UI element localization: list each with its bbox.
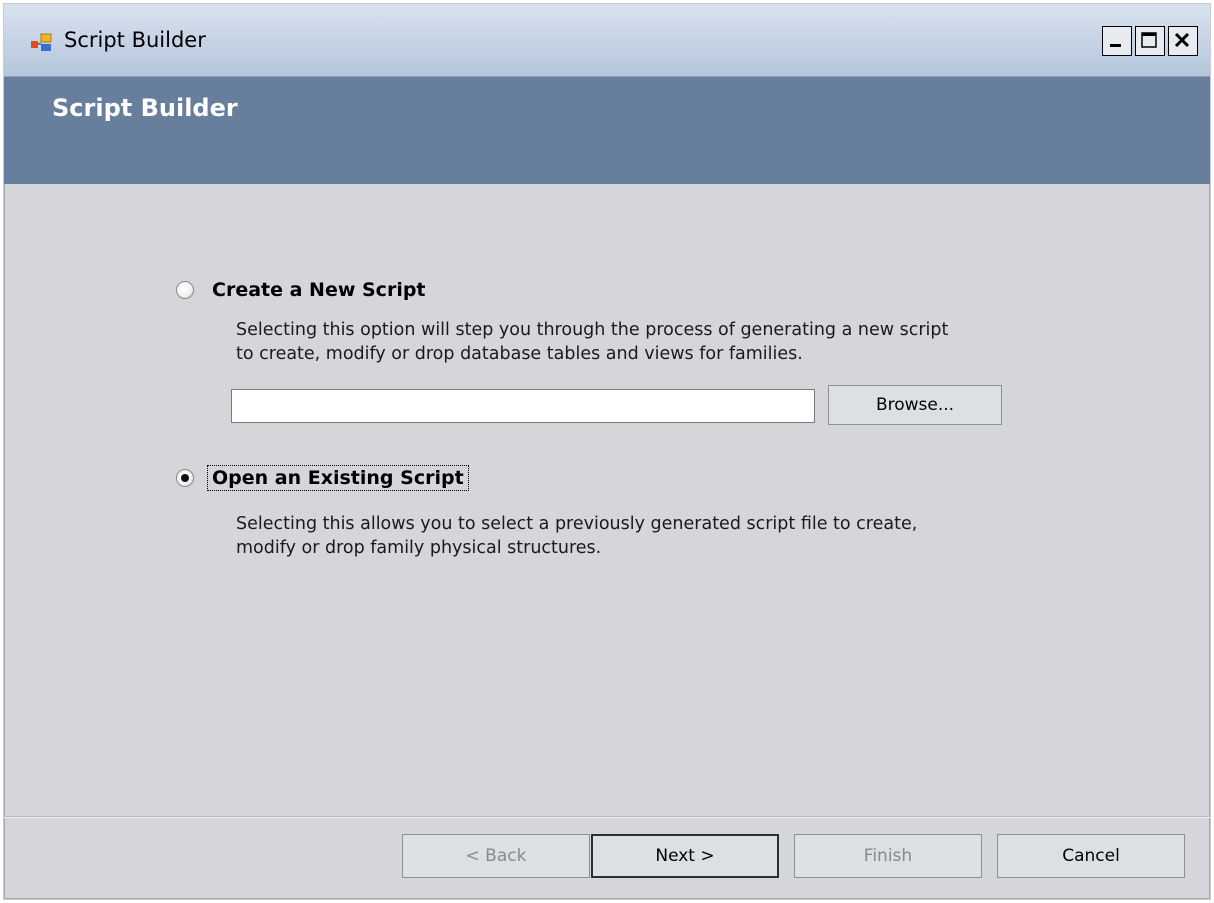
page-title: Script Builder (52, 94, 238, 122)
radio-selected-dot (181, 474, 189, 482)
cancel-button[interactable]: Cancel (997, 834, 1185, 878)
open-existing-script-label[interactable]: Open an Existing Script (207, 465, 469, 491)
finish-button[interactable]: Finish (794, 834, 982, 878)
script-file-path-input[interactable] (231, 389, 815, 423)
minimize-button[interactable] (1102, 26, 1132, 56)
maximize-icon (1141, 32, 1157, 48)
next-button[interactable]: Next > (591, 834, 779, 878)
maximize-button[interactable] (1135, 26, 1165, 56)
create-new-script-label[interactable]: Create a New Script (208, 278, 430, 302)
description-line: Selecting this allows you to select a pr… (236, 514, 918, 534)
option-open-existing-script[interactable]: Open an Existing Script (176, 465, 469, 491)
description-line: to create, modify or drop database table… (236, 344, 803, 364)
script-builder-window: Script Builder Script Builder Create a N… (4, 4, 1210, 899)
description-line: modify or drop family physical structure… (236, 538, 602, 558)
footer-divider (4, 816, 1210, 818)
close-button[interactable] (1168, 26, 1198, 56)
window-title: Script Builder (64, 28, 206, 52)
description-line: Selecting this option will step you thro… (236, 320, 949, 340)
close-icon (1174, 32, 1190, 48)
create-new-script-description: Selecting this option will step you thro… (236, 318, 948, 366)
title-bar[interactable]: Script Builder (4, 4, 1210, 77)
minimize-icon (1110, 44, 1121, 47)
window-controls (1099, 26, 1198, 56)
open-existing-script-description: Selecting this allows you to select a pr… (236, 512, 917, 560)
browse-button[interactable]: Browse... (828, 385, 1002, 425)
open-existing-script-radio[interactable] (176, 469, 194, 487)
create-new-script-radio[interactable] (176, 281, 194, 299)
back-button[interactable]: < Back (402, 834, 590, 878)
option-create-new-script[interactable]: Create a New Script (176, 278, 430, 302)
app-icon (31, 33, 52, 51)
